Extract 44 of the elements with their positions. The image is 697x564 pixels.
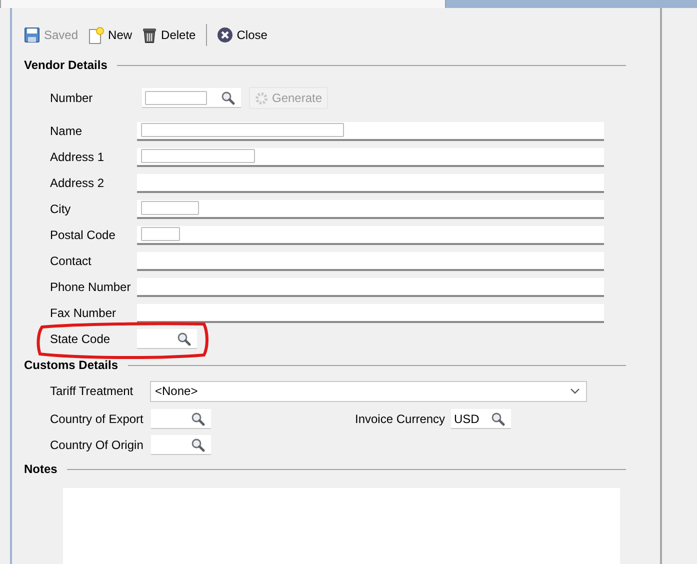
field-label: Tariff Treatment <box>50 384 134 398</box>
close-button[interactable]: Close <box>216 27 268 43</box>
search-icon[interactable] <box>191 438 205 452</box>
search-icon[interactable] <box>191 412 205 426</box>
field-label: City <box>50 202 71 216</box>
text-field[interactable] <box>137 304 604 322</box>
search-icon[interactable] <box>491 412 505 426</box>
new-button[interactable]: New <box>88 26 132 44</box>
section-title: Vendor Details <box>24 58 108 72</box>
search-icon[interactable] <box>221 90 235 104</box>
field-label: Number <box>50 91 93 105</box>
tariff-dropdown[interactable]: <None> <box>150 380 587 402</box>
new-document-icon <box>88 26 104 44</box>
field-label: Fax Number <box>50 306 116 320</box>
delete-button[interactable]: Delete <box>142 27 196 43</box>
field-label: Address 2 <box>50 176 104 190</box>
field-label: Country Of Origin <box>50 438 144 452</box>
number-field[interactable] <box>142 88 241 108</box>
field-label: Address 1 <box>50 150 104 164</box>
state-code-field[interactable] <box>137 329 197 349</box>
country-of-export-field[interactable] <box>151 409 211 429</box>
field-label: Country of Export <box>50 412 144 426</box>
search-icon[interactable] <box>177 332 191 346</box>
chevron-down-icon <box>570 388 580 394</box>
text-field[interactable] <box>137 122 604 140</box>
field-label: Name <box>50 124 82 138</box>
text-field[interactable] <box>137 252 604 270</box>
text-field[interactable] <box>137 278 604 296</box>
field-label: Contact <box>50 254 92 268</box>
invoice-currency-field[interactable]: USD <box>451 409 511 429</box>
section-title: Customs Details <box>24 358 118 372</box>
field-label: Invoice Currency <box>355 412 446 426</box>
text-field[interactable] <box>137 174 604 192</box>
section-title: Notes <box>24 462 58 476</box>
text-field[interactable] <box>137 226 604 244</box>
field-label: Postal Code <box>50 228 116 242</box>
gear-icon <box>255 92 268 104</box>
trash-can-icon <box>142 27 158 43</box>
country-of-origin-field[interactable] <box>151 435 211 455</box>
text-field[interactable] <box>137 148 604 166</box>
field-label: State Code <box>50 332 110 346</box>
text-field[interactable] <box>137 200 604 218</box>
close-icon <box>216 27 233 43</box>
field-label: Phone Number <box>50 280 131 294</box>
